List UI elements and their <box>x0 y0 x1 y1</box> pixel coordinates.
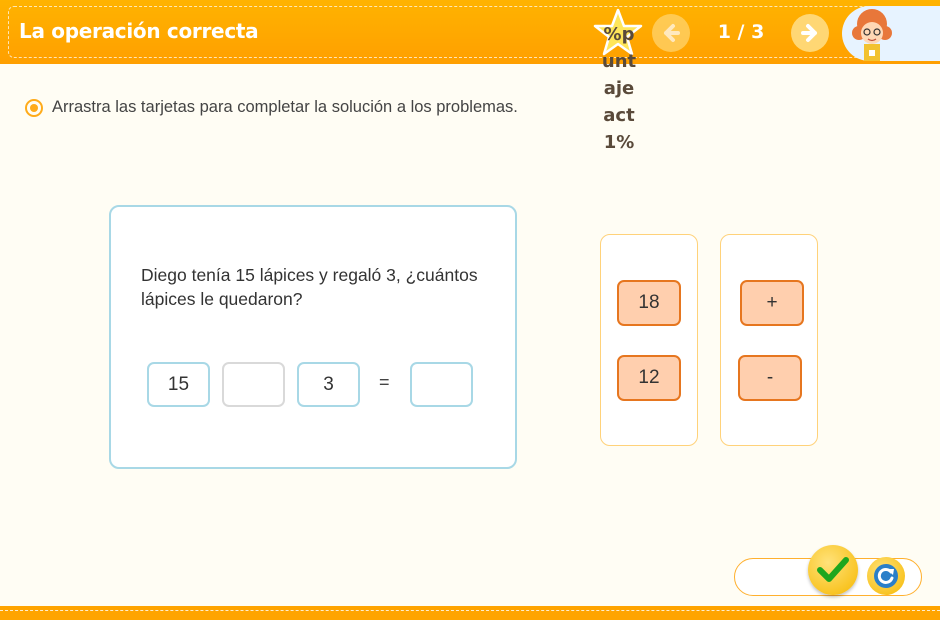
problem-card: Diego tenía 15 lápices y regaló 3, ¿cuán… <box>109 205 517 469</box>
arrow-right-icon <box>801 24 817 42</box>
instruction-text: Arrastra las tarjetas para completar la … <box>52 98 518 116</box>
check-button[interactable] <box>808 545 858 595</box>
header-bar: La operación correcta %puntajeact1% 1 / … <box>0 0 940 153</box>
result-drop-slot[interactable] <box>410 362 473 407</box>
operator-card[interactable]: + <box>740 280 804 326</box>
reset-icon <box>874 564 898 588</box>
number-card[interactable]: 18 <box>617 280 681 326</box>
avatar-panel <box>842 6 940 61</box>
previous-button[interactable] <box>652 14 690 52</box>
first-operand-box: 15 <box>147 362 210 407</box>
activity-title: La operación correcta <box>19 19 259 43</box>
operator-card[interactable]: - <box>738 355 802 401</box>
page-indicator: 1 / 3 <box>717 21 765 43</box>
teacher-avatar <box>852 9 892 61</box>
check-icon <box>817 557 849 582</box>
instruction: Arrastra las tarjetas para completar la … <box>25 98 518 117</box>
number-card[interactable]: 12 <box>617 355 681 401</box>
operator-cards-column: + - <box>720 234 818 446</box>
operator-drop-slot[interactable] <box>222 362 285 407</box>
bullet-icon <box>25 98 43 117</box>
next-button[interactable] <box>791 14 829 52</box>
score-text: %puntajeact1% <box>601 24 637 153</box>
number-cards-column: 18 12 <box>600 234 698 446</box>
arrow-left-icon <box>664 24 680 42</box>
problem-text: Diego tenía 15 lápices y regaló 3, ¿cuán… <box>141 265 478 309</box>
equals-sign: = <box>379 372 390 392</box>
second-operand-box: 3 <box>297 362 360 407</box>
reset-button[interactable] <box>867 557 905 595</box>
footer-bar <box>0 606 940 620</box>
